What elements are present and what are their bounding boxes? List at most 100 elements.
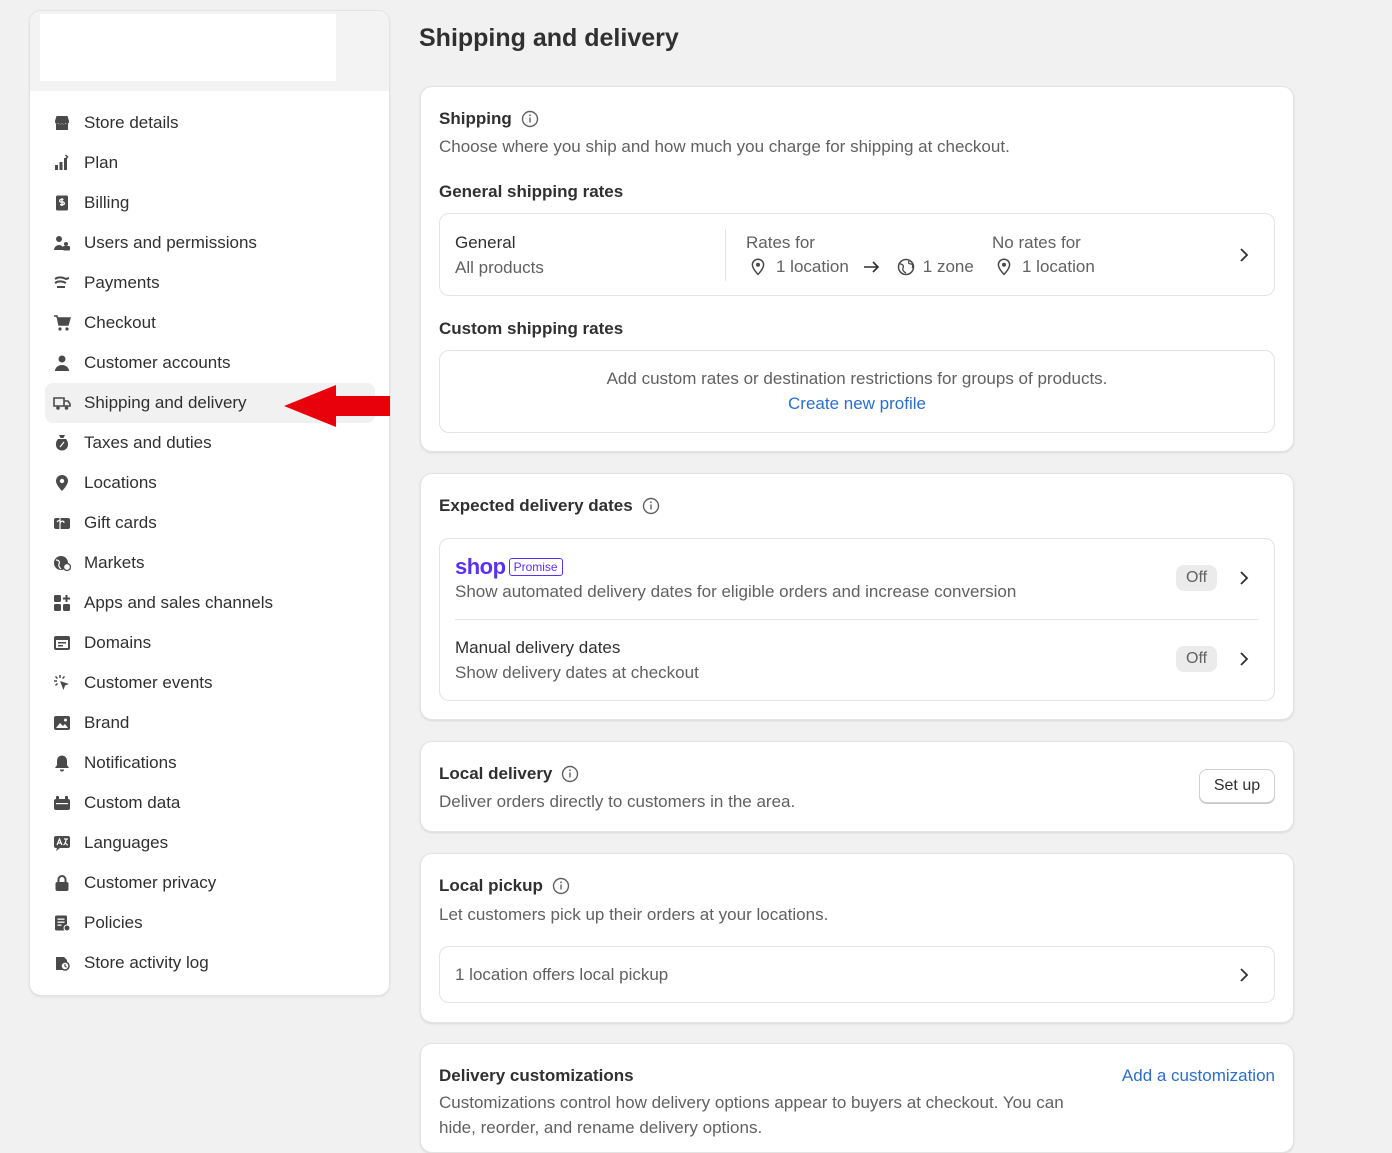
chevron-right-icon xyxy=(1240,968,1249,982)
language-icon xyxy=(53,834,71,852)
sidebar-item-label: Store details xyxy=(84,113,179,132)
store-logo-placeholder xyxy=(40,14,336,81)
chevron-right-icon xyxy=(1240,248,1249,262)
policies-icon xyxy=(53,914,71,932)
sidebar-item-policies[interactable]: Policies xyxy=(45,903,375,943)
gift-card-icon xyxy=(53,514,71,532)
sidebar-item-label: Markets xyxy=(84,553,145,572)
users-icon xyxy=(53,234,71,252)
rates-location: 1 location xyxy=(776,257,849,276)
delivery-customizations-title: Delivery customizations xyxy=(439,1066,634,1085)
shop-brand: shop xyxy=(455,554,506,579)
red-arrow-annotation xyxy=(284,385,390,427)
shipping-description: Choose where you ship and how much you c… xyxy=(439,137,1010,156)
local-pickup-row[interactable]: 1 location offers local pickup xyxy=(439,946,1275,1003)
sidebar-item-taxes-and-duties[interactable]: Taxes and duties xyxy=(45,423,375,463)
sidebar-item-label: Policies xyxy=(84,913,143,932)
info-icon[interactable] xyxy=(642,497,660,515)
domains-icon xyxy=(53,634,71,652)
general-profile-row[interactable]: General All products Rates for 1 locatio… xyxy=(439,213,1275,296)
rates-for-values: 1 location 1 zone xyxy=(750,257,974,277)
sidebar-item-brand[interactable]: Brand xyxy=(45,703,375,743)
sidebar-item-apps-and-sales-channels[interactable]: Apps and sales channels xyxy=(45,583,375,623)
sidebar-item-customer-accounts[interactable]: Customer accounts xyxy=(45,343,375,383)
sidebar-item-label: Taxes and duties xyxy=(84,433,212,452)
plan-icon xyxy=(53,154,71,172)
billing-icon xyxy=(53,194,71,212)
custom-rates-heading: Custom shipping rates xyxy=(439,319,624,338)
sidebar-item-users-and-permissions[interactable]: Users and permissions xyxy=(45,223,375,263)
create-profile-link[interactable]: Create new profile xyxy=(440,394,1274,414)
globe-icon xyxy=(897,258,915,276)
sidebar-item-label: Gift cards xyxy=(84,513,157,532)
general-rates-heading: General shipping rates xyxy=(439,182,624,201)
sidebar-item-payments[interactable]: Payments xyxy=(45,263,375,303)
settings-sidebar: Store details Plan Billing Users and permis… xyxy=(29,10,390,996)
rates-for-label: Rates for xyxy=(746,233,815,252)
location-pin-icon xyxy=(751,258,765,276)
sidebar-header xyxy=(30,11,389,91)
location-pin-icon xyxy=(997,258,1011,276)
sidebar-item-customer-events[interactable]: Customer events xyxy=(45,663,375,703)
info-icon[interactable] xyxy=(521,110,539,128)
shipping-card: Shipping Choose where you ship and how m… xyxy=(420,86,1294,452)
truck-icon xyxy=(53,394,71,412)
sidebar-item-domains[interactable]: Domains xyxy=(45,623,375,663)
sidebar-item-custom-data[interactable]: Custom data xyxy=(45,783,375,823)
profile-products: All products xyxy=(455,258,544,277)
info-icon[interactable] xyxy=(561,765,579,783)
sidebar-item-checkout[interactable]: Checkout xyxy=(45,303,375,343)
sidebar-item-store-activity-log[interactable]: Store activity log xyxy=(45,943,375,983)
no-rates-location: 1 location xyxy=(1022,257,1095,276)
delivery-customizations-description: Customizations control how delivery opti… xyxy=(439,1093,1064,1137)
shop-promise-row[interactable]: shop Promise Show automated delivery dat… xyxy=(440,539,1274,620)
sidebar-item-label: Customer accounts xyxy=(84,353,231,372)
shop-promise-description: Show automated delivery dates for eligib… xyxy=(455,582,1017,601)
sidebar-item-gift-cards[interactable]: Gift cards xyxy=(45,503,375,543)
shop-promise-logo: shop Promise xyxy=(455,554,563,580)
sidebar-item-billing[interactable]: Billing xyxy=(45,183,375,223)
no-rates-label: No rates for xyxy=(992,233,1081,252)
location-icon xyxy=(53,474,71,492)
shipping-title: Shipping xyxy=(439,109,539,129)
promise-badge: Promise xyxy=(508,558,563,576)
sidebar-item-markets[interactable]: Markets xyxy=(45,543,375,583)
local-pickup-row-label: 1 location offers local pickup xyxy=(455,965,669,984)
set-up-button[interactable]: Set up xyxy=(1199,769,1275,803)
manual-dates-row[interactable]: Manual delivery dates Show delivery date… xyxy=(440,620,1274,702)
cursor-click-icon xyxy=(53,674,71,692)
manual-dates-description: Show delivery dates at checkout xyxy=(455,663,699,682)
cart-icon xyxy=(53,314,71,332)
sidebar-item-label: Domains xyxy=(84,633,152,652)
profile-name: General xyxy=(455,233,516,252)
settings-nav: Store details Plan Billing Users and permis… xyxy=(45,103,375,983)
rates-zone: 1 zone xyxy=(922,257,974,276)
sidebar-item-notifications[interactable]: Notifications xyxy=(45,743,375,783)
sidebar-item-languages[interactable]: Languages xyxy=(45,823,375,863)
local-delivery-title: Local delivery xyxy=(439,764,579,784)
status-badge: Off xyxy=(1176,646,1218,672)
local-pickup-title: Local pickup xyxy=(439,876,570,896)
info-icon[interactable] xyxy=(552,877,570,895)
arrow-right-icon xyxy=(863,261,879,273)
sidebar-item-customer-privacy[interactable]: Customer privacy xyxy=(45,863,375,903)
bell-icon xyxy=(53,754,71,772)
sidebar-item-store-details[interactable]: Store details xyxy=(45,103,375,143)
no-rates-values: 1 location xyxy=(996,257,1095,277)
delivery-dates-title: Expected delivery dates xyxy=(439,496,660,516)
apps-icon xyxy=(53,594,71,612)
payments-icon xyxy=(53,274,71,292)
sidebar-item-label: Customer privacy xyxy=(84,873,217,892)
add-customization-link[interactable]: Add a customization xyxy=(1122,1066,1275,1086)
sidebar-item-label: Checkout xyxy=(84,313,156,332)
activity-log-icon xyxy=(53,954,71,972)
globe-icon xyxy=(53,554,71,572)
sidebar-item-plan[interactable]: Plan xyxy=(45,143,375,183)
sidebar-item-label: Plan xyxy=(84,153,119,172)
custom-data-icon xyxy=(53,794,71,812)
delivery-dates-box: shop Promise Show automated delivery dat… xyxy=(439,538,1275,701)
divider xyxy=(725,229,726,281)
sidebar-item-locations[interactable]: Locations xyxy=(45,463,375,503)
chevron-right-icon xyxy=(1240,571,1249,585)
sidebar-item-label: Users and permissions xyxy=(84,233,257,252)
